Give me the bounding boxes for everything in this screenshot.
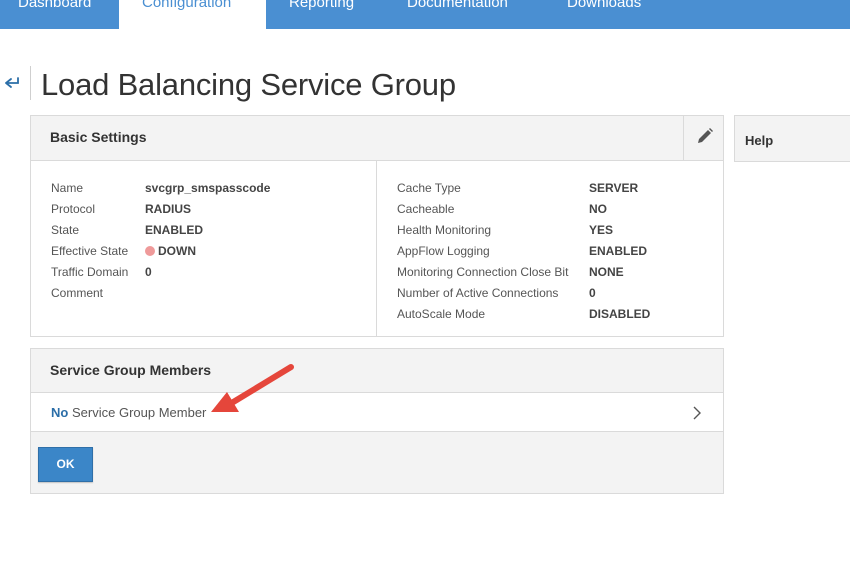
column-divider	[376, 161, 377, 337]
field-label: Health Monitoring	[397, 223, 492, 237]
status-badge: DOWN	[145, 244, 196, 258]
field-value: svcgrp_smspasscode	[145, 181, 271, 195]
basic-settings-header: Basic Settings	[31, 116, 723, 161]
tab-downloads[interactable]: Downloads	[567, 0, 641, 29]
field-value: DOWN	[158, 244, 196, 258]
back-arrow-icon[interactable]	[5, 76, 21, 90]
field-label: Cacheable	[397, 202, 455, 216]
top-nav-bar: Dashboard Configuration Reporting Docume…	[0, 0, 850, 29]
pencil-icon	[698, 128, 713, 143]
field-label: Comment	[51, 286, 104, 300]
members-title: Service Group Members	[50, 362, 212, 378]
field-label: AppFlow Logging	[397, 244, 490, 258]
field-value: 0	[145, 265, 152, 279]
field-label: Protocol	[51, 202, 96, 216]
service-group-member-row[interactable]: No Service Group Member	[31, 393, 723, 432]
ok-button[interactable]: OK	[38, 447, 93, 482]
basic-settings-panel: Basic Settings Name svcgrp_smspasscode P…	[30, 115, 724, 337]
field-label: Name	[51, 181, 84, 195]
member-count-link[interactable]: No	[51, 405, 68, 420]
field-label: AutoScale Mode	[397, 307, 486, 321]
field-label: Monitoring Connection Close Bit	[397, 265, 569, 279]
status-dot-icon	[145, 246, 155, 256]
member-row-label: Service Group Member	[72, 405, 207, 420]
field-value: RADIUS	[145, 202, 192, 216]
page-title: Load Balancing Service Group	[41, 67, 456, 102]
annotation-arrow-icon	[211, 364, 294, 412]
help-panel[interactable]: Help	[734, 115, 850, 162]
field-value: DISABLED	[589, 307, 651, 321]
field-value: ENABLED	[589, 244, 648, 258]
edit-button[interactable]	[683, 116, 723, 160]
tab-documentation[interactable]: Documentation	[407, 0, 508, 29]
help-title: Help	[745, 133, 774, 148]
field-value: NO	[589, 202, 607, 216]
tab-configuration[interactable]: Configuration	[119, 0, 266, 29]
basic-settings-title: Basic Settings	[50, 129, 147, 145]
field-value: NONE	[589, 265, 624, 279]
members-header: Service Group Members	[31, 349, 723, 393]
tab-reporting[interactable]: Reporting	[289, 0, 354, 29]
field-label: Cache Type	[397, 181, 461, 195]
field-label: Effective State	[51, 244, 129, 258]
tab-dashboard[interactable]: Dashboard	[18, 0, 91, 29]
service-group-members-panel: Service Group Members No Service Group M…	[30, 348, 724, 494]
field-value: 0	[589, 286, 596, 300]
field-label: Traffic Domain	[51, 265, 129, 279]
field-label: Number of Active Connections	[397, 286, 559, 300]
chevron-right-icon	[693, 406, 701, 420]
title-divider	[30, 66, 31, 100]
field-value: SERVER	[589, 181, 639, 195]
field-label: State	[51, 223, 80, 237]
field-value: ENABLED	[145, 223, 204, 237]
field-value: YES	[589, 223, 614, 237]
